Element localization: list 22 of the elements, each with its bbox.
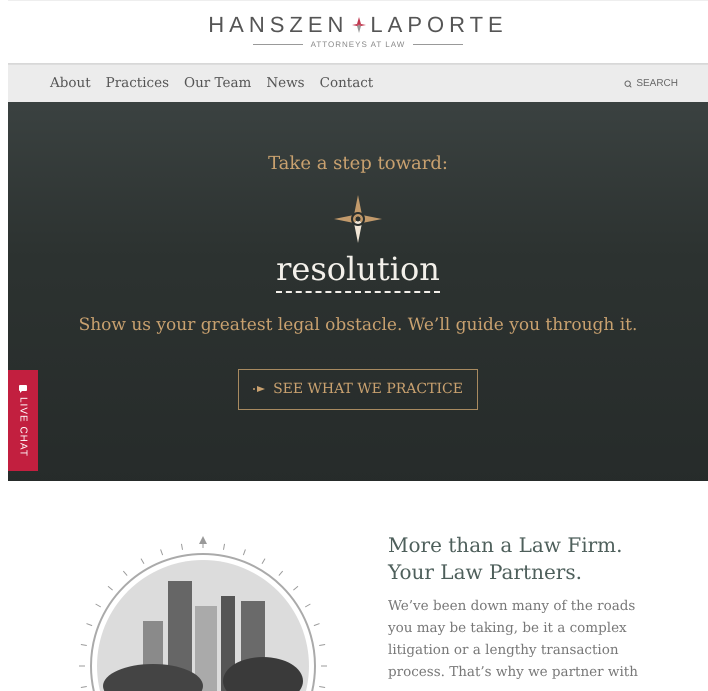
compass-icon xyxy=(334,195,382,243)
logo[interactable]: HANSZEN LAPORTE xyxy=(208,14,508,36)
logo-text: LAPORTE xyxy=(370,14,508,36)
hero-word: resolution xyxy=(276,249,440,293)
chat-bubble-icon xyxy=(19,384,27,393)
hero-kicker: Take a step toward: xyxy=(268,152,448,176)
practice-button[interactable]: SEE WHAT WE PRACTICE xyxy=(238,368,478,410)
nav-link[interactable]: Contact xyxy=(320,73,374,94)
logo-tagline: ATTORNEYS AT LAW xyxy=(310,38,406,50)
logo-compass-icon xyxy=(352,16,366,32)
nav-link[interactable]: Practices xyxy=(106,73,170,94)
nav-link[interactable]: Our Team xyxy=(184,73,252,94)
nav-link[interactable]: About xyxy=(50,73,91,94)
logo-text: HANSZEN xyxy=(208,14,348,36)
live-chat-tab[interactable]: LIVE CHAT xyxy=(8,370,38,471)
intro-paragraph: We’ve been down many of the roads you may be taking, be it a complex litigation or a lengthy transaction process. That’s why we partner with xyxy=(388,597,639,682)
hero-tagline: Show us your greatest legal obstacle. We’ll guide you through it. xyxy=(78,314,638,337)
arrow-icon xyxy=(253,386,266,392)
search-link[interactable]: SEARCH xyxy=(624,76,678,91)
nav-link[interactable]: News xyxy=(266,73,305,94)
intro-heading: More than a Law Firm. Your Law Partners. xyxy=(388,532,624,586)
search-icon xyxy=(624,80,632,88)
